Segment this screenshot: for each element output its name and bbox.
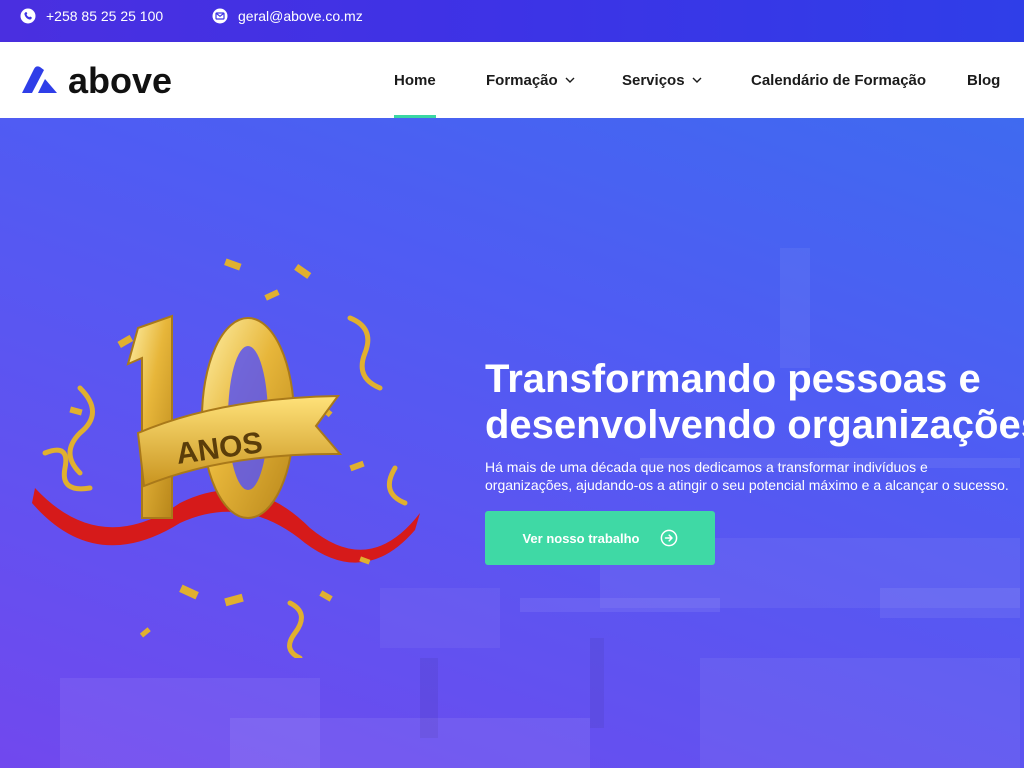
phone-icon xyxy=(20,8,36,24)
nav-label: Blog xyxy=(967,71,1001,89)
cta-label: Ver nosso trabalho xyxy=(522,530,640,546)
email-link[interactable]: geral@above.co.mz xyxy=(238,8,363,24)
hero-title-line: Transformando pessoas e xyxy=(485,357,981,401)
above-logo-icon xyxy=(20,64,58,99)
nav-item-calendario[interactable]: Calendário de Formação xyxy=(751,42,926,118)
nav-item-servicos[interactable]: Serviços xyxy=(622,42,703,118)
view-work-button[interactable]: Ver nosso trabalho xyxy=(485,511,715,565)
ten-years-badge: ANOS xyxy=(32,258,420,658)
nav-label: Home xyxy=(394,71,436,89)
mail-icon xyxy=(212,8,228,24)
phone-link[interactable]: +258 85 25 25 100 xyxy=(46,8,163,24)
nav-label: Calendário de Formação xyxy=(751,71,927,89)
nav-label: Serviços xyxy=(622,71,685,89)
nav-item-home[interactable]: Home xyxy=(394,42,436,118)
chevron-down-icon xyxy=(691,74,703,86)
nav-label: Formação xyxy=(486,71,558,89)
brand-logo[interactable]: above xyxy=(20,62,172,100)
site-header: above Home Formação Serviços Calendário … xyxy=(0,42,1024,118)
hero-title-line: desenvolvendo organizações xyxy=(485,403,1024,447)
hero-subtitle-line: Há mais de uma década que nos dedicamos … xyxy=(485,459,928,475)
nav-item-blog[interactable]: Blog xyxy=(967,42,1000,118)
top-contact-bar: +258 85 25 25 100 geral@above.co.mz xyxy=(0,0,1024,42)
email-contact[interactable]: geral@above.co.mz xyxy=(212,0,363,32)
hero-subtitle-line: organizações, ajudando-os a atingir o se… xyxy=(485,477,1009,493)
brand-wordmark: above xyxy=(68,60,173,101)
phone-contact[interactable]: +258 85 25 25 100 xyxy=(20,0,163,32)
chevron-down-icon xyxy=(564,74,576,86)
hero-section: ANOS Transformando pessoas e desenvolven… xyxy=(0,118,1024,768)
nav-item-formacao[interactable]: Formação xyxy=(486,42,576,118)
hero-title: Transformando pessoas e desenvolvendo or… xyxy=(485,356,1024,448)
hero-subtitle: Há mais de uma década que nos dedicamos … xyxy=(485,458,1024,494)
arrow-right-circle-icon xyxy=(660,529,678,547)
